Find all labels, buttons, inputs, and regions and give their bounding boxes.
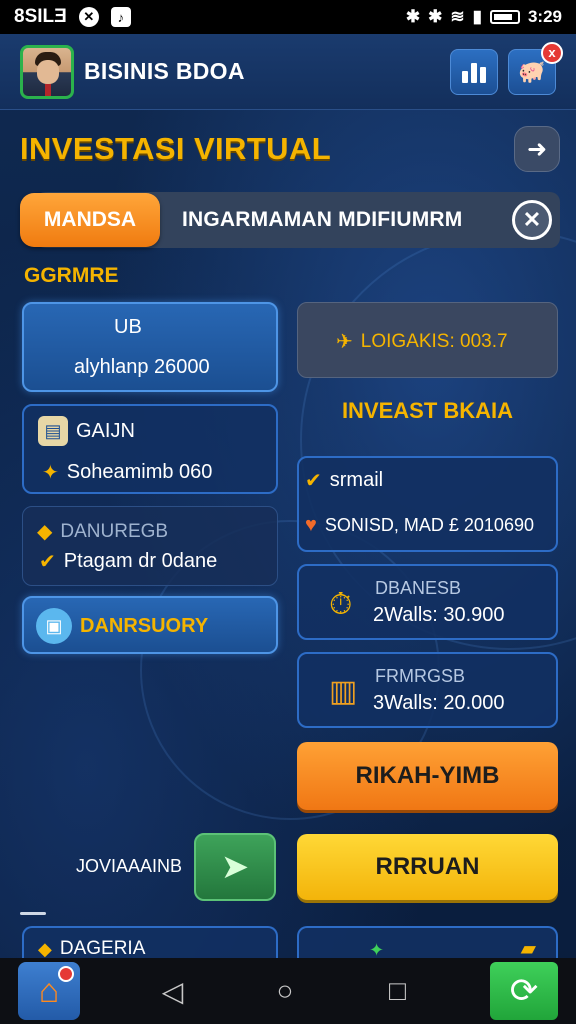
divider <box>20 912 46 915</box>
card-4-label: DANRSUORY <box>80 614 209 637</box>
check-icon: ✔ <box>39 551 56 573</box>
bluetooth-icon: ✱ <box>405 7 421 26</box>
tab-bar: MANDSA INGARMAMAN MDIFIUMRM ✕ <box>20 192 560 248</box>
ticket-icon: ◆ <box>38 938 52 959</box>
notification-dot <box>58 966 74 982</box>
recents-icon[interactable]: □ <box>378 975 418 1007</box>
right-gray-card-text: LOIGAKIS: 003.7 <box>360 330 508 352</box>
back-icon[interactable]: ◁ <box>153 975 193 1008</box>
box-icon: ▣ <box>36 608 72 644</box>
app-header: BISINIS BDOA 🐖 x <box>0 34 576 110</box>
card-3-label: DANUREGB <box>60 520 169 542</box>
offer-1-value: 2Walls: 30.900 <box>373 604 505 626</box>
offer-1-name: DBANESB <box>375 578 462 598</box>
offer-card-1[interactable]: ⏱ DBANESB 2Walls: 30.900 <box>297 564 558 640</box>
left-card-1[interactable]: UB alyhlanp 26000 <box>22 302 278 392</box>
plane-icon: ✈ <box>336 331 353 353</box>
home-circle-icon[interactable]: ○ <box>265 975 305 1007</box>
section-label: GGRMRE <box>24 264 119 287</box>
right-list-card[interactable]: ✔ srmail ♥ SONISD, MAD £ 2010690 <box>297 456 558 552</box>
card-1-value: alyhlanp 26000 <box>74 356 210 378</box>
card-1-label: UB <box>114 316 142 338</box>
close-badge-icon[interactable]: x <box>541 41 563 64</box>
right-list-item-1: srmail <box>329 469 384 491</box>
offer-card-2[interactable]: ▥ FRMRGSB 3Walls: 20.000 <box>297 652 558 728</box>
peek-card-label: DAGERIA <box>59 938 146 959</box>
card-2-value: Soheamimb 060 <box>66 461 213 483</box>
send-icon: ➤ <box>220 848 250 886</box>
heart-icon: ♥ <box>305 514 317 536</box>
check-icon: ✔ <box>305 470 322 492</box>
vibrate-icon: ✱ <box>428 7 443 26</box>
primary-button[interactable]: RIKAH-YIMB <box>297 742 558 810</box>
piggy-bank-icon: 🐖 <box>518 58 546 84</box>
page-title: INVESTASI VIRTUAL <box>20 131 332 166</box>
left-card-2[interactable]: ▤ GAIJN ✦ Soheamimb 060 <box>22 404 278 494</box>
home-icon: ⌂ <box>38 971 60 1010</box>
card-3-value: Ptagam dr 0dane <box>63 550 218 572</box>
refresh-icon: ⟳ <box>509 972 539 1010</box>
stopwatch-icon: ⏱ <box>329 588 353 621</box>
coins-icon: ◆ <box>37 521 53 543</box>
refresh-button[interactable]: ⟳ <box>490 962 558 1020</box>
app-notification-icon: ♪ <box>110 7 131 27</box>
app-title: BISINIS BDOA <box>84 58 245 84</box>
bar-chart-icon <box>462 61 486 83</box>
document-stack-icon: ▥ <box>329 675 358 708</box>
status-bar: 8SILƎ ✕ ♪ ✱ ✱ ≋ ▮ 3:29 <box>0 0 576 34</box>
left-card-4[interactable]: ▣ DANRSUORY <box>22 596 278 654</box>
right-list-item-2: SONISD, MAD £ 2010690 <box>324 515 534 535</box>
close-button[interactable]: ✕ <box>512 200 552 240</box>
tab-active[interactable]: MANDSA <box>20 193 160 247</box>
left-card-3[interactable]: ◆ DANUREGB ✔ Ptagam dr 0dane <box>22 506 278 586</box>
sync-icon: ✕ <box>78 7 99 27</box>
card-2-label: GAIJN <box>76 419 135 442</box>
offer-2-name: FRMRGSB <box>375 666 465 686</box>
document-icon: ▤ <box>38 416 68 446</box>
title-row: INVESTASI VIRTUAL ➜ <box>20 124 560 174</box>
piggy-bank-button[interactable]: 🐖 x <box>508 41 563 95</box>
carrier-label: 8SILƎ <box>14 6 67 27</box>
close-icon: ✕ <box>522 207 542 232</box>
right-gray-card[interactable]: ✈ LOIGAKIS: 003.7 <box>297 302 558 378</box>
battery-icon <box>489 10 520 24</box>
signal-icon: ▮ <box>472 7 482 26</box>
bottom-nav-bar: ⌂ ◁ ○ □ ⟳ <box>0 958 576 1024</box>
clock: 3:29 <box>527 7 562 26</box>
right-section-title: INVEAST BKAIA <box>341 398 514 423</box>
stats-button[interactable] <box>450 48 498 95</box>
side-label: JOVIAAAINB <box>76 856 183 876</box>
sparkle-icon: ✦ <box>42 462 59 484</box>
secondary-button[interactable]: RRRUAN <box>297 834 558 900</box>
avatar[interactable] <box>20 44 74 99</box>
forward-button[interactable]: ➜ <box>514 126 560 172</box>
offer-2-value: 3Walls: 20.000 <box>373 692 505 714</box>
wifi-icon: ≋ <box>450 7 465 26</box>
home-button[interactable]: ⌂ <box>18 962 80 1020</box>
send-button[interactable]: ➤ <box>194 833 276 901</box>
tab-subtitle[interactable]: INGARMAMAN MDIFIUMRM <box>182 208 462 232</box>
arrow-right-icon: ➜ <box>526 135 548 163</box>
